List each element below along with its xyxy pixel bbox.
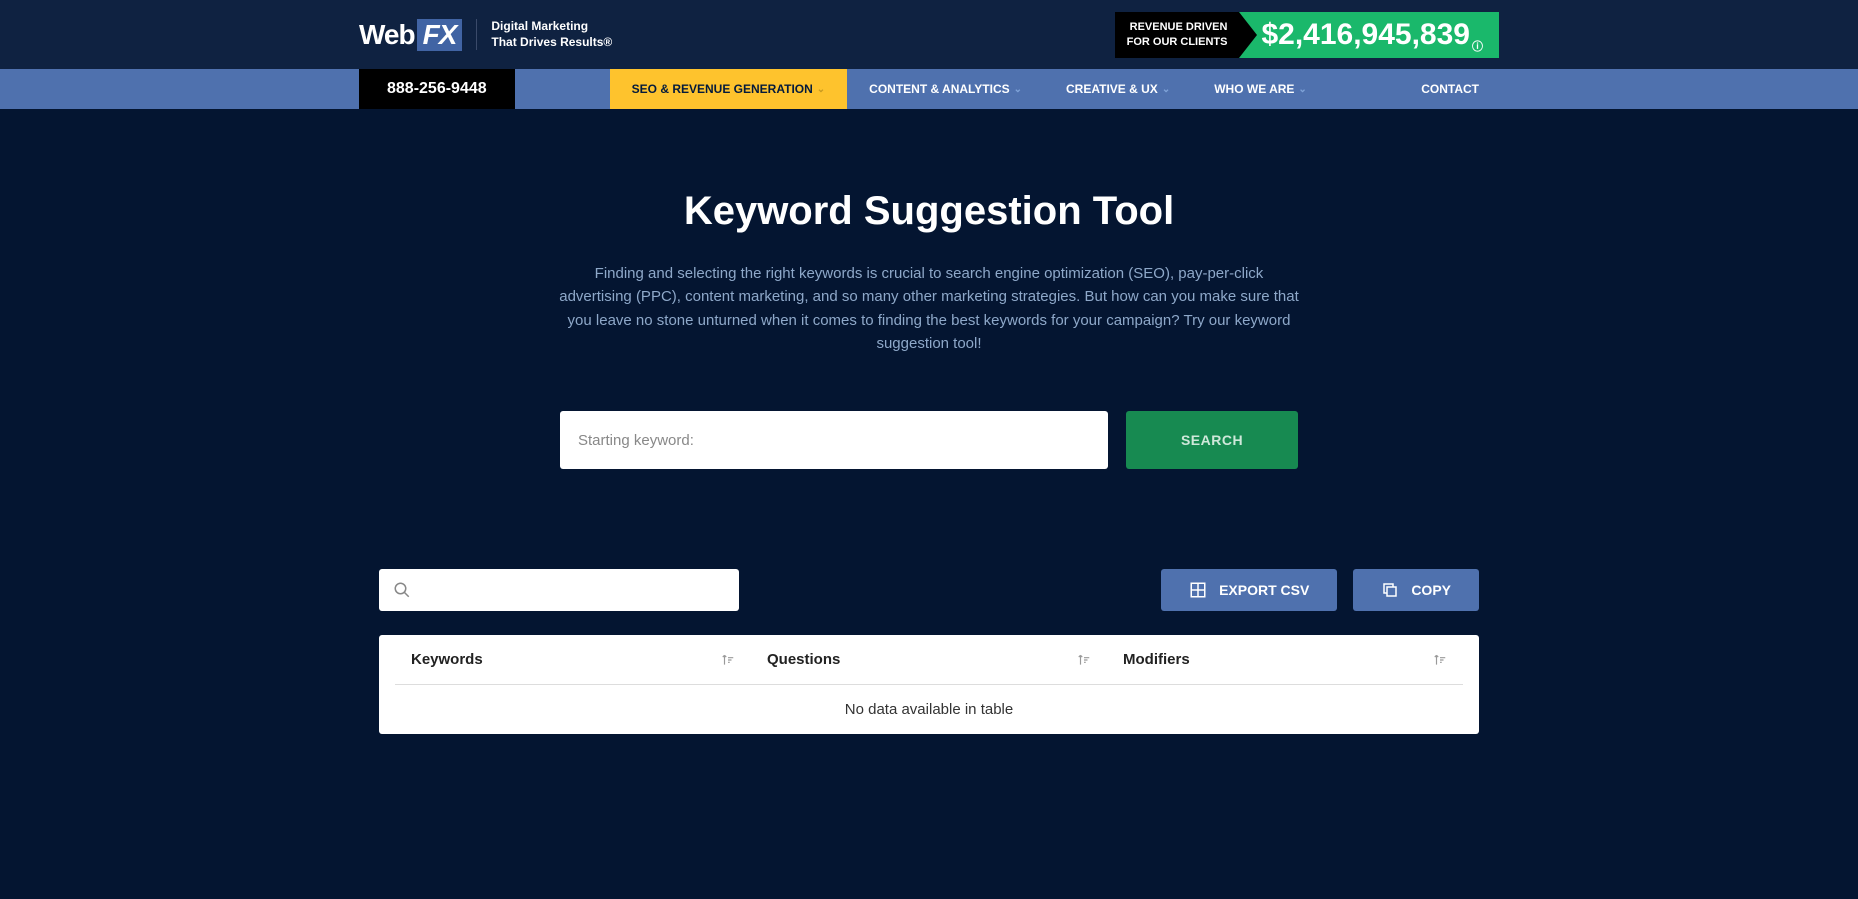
chevron-down-icon: ⌄ <box>1298 84 1306 95</box>
main-nav: 888-256-9448 SEO & REVENUE GENERATION ⌄ … <box>0 69 1858 109</box>
tagline-line-1: Digital Marketing <box>491 19 612 35</box>
keyword-input[interactable] <box>560 411 1108 469</box>
top-header: WebFX Digital Marketing That Drives Resu… <box>0 0 1858 69</box>
column-label: Questions <box>767 651 840 668</box>
column-label: Modifiers <box>1123 651 1190 668</box>
button-group: EXPORT CSV COPY <box>1161 569 1479 611</box>
sort-icon <box>1433 653 1447 667</box>
copy-icon <box>1381 581 1399 599</box>
filter-wrap[interactable] <box>379 569 739 611</box>
nav-seo-revenue[interactable]: SEO & REVENUE GENERATION ⌄ <box>610 69 848 109</box>
nav-creative-ux[interactable]: CREATIVE & UX ⌄ <box>1044 69 1192 109</box>
column-label: Keywords <box>411 651 483 668</box>
revenue-label: REVENUE DRIVEN FOR OUR CLIENTS <box>1115 12 1240 58</box>
chevron-down-icon: ⌄ <box>1162 84 1170 95</box>
phone-number[interactable]: 888-256-9448 <box>359 69 515 109</box>
sort-icon <box>1077 653 1091 667</box>
main-content: Keyword Suggestion Tool Finding and sele… <box>359 109 1499 774</box>
logo: WebFX <box>359 19 462 51</box>
export-csv-button[interactable]: EXPORT CSV <box>1161 569 1337 611</box>
revenue-arrow-icon <box>1239 12 1257 58</box>
column-header-modifiers[interactable]: Modifiers <box>1107 635 1463 685</box>
nav-contact[interactable]: CONTACT <box>1399 69 1499 109</box>
revenue-badge[interactable]: REVENUE DRIVEN FOR OUR CLIENTS $2,416,94… <box>1115 12 1499 58</box>
logo-text-fx: FX <box>417 19 463 51</box>
info-icon[interactable]: ⓘ <box>1472 38 1483 54</box>
chevron-down-icon: ⌄ <box>817 84 825 95</box>
nav-who-we-are[interactable]: WHO WE ARE ⌄ <box>1192 69 1329 109</box>
search-icon <box>393 581 411 599</box>
export-label: EXPORT CSV <box>1219 582 1309 598</box>
sort-icon <box>721 653 735 667</box>
column-header-keywords[interactable]: Keywords <box>395 635 751 685</box>
nav-label: SEO & REVENUE GENERATION <box>632 82 813 96</box>
revenue-label-line-2: FOR OUR CLIENTS <box>1127 35 1228 49</box>
tagline-line-2: That Drives Results® <box>491 35 612 51</box>
nav-content-analytics[interactable]: CONTENT & ANALYTICS ⌄ <box>847 69 1044 109</box>
chevron-down-icon: ⌄ <box>1014 84 1022 95</box>
nav-label: CONTENT & ANALYTICS <box>869 82 1009 96</box>
table-head: Keywords Questions Modifiers <box>379 635 1479 685</box>
toolbar-row: EXPORT CSV COPY <box>379 569 1479 611</box>
nav-label: WHO WE ARE <box>1214 82 1294 96</box>
filter-input[interactable] <box>421 582 725 598</box>
no-data-message: No data available in table <box>379 685 1479 734</box>
revenue-label-line-1: REVENUE DRIVEN <box>1127 20 1228 34</box>
logo-block[interactable]: WebFX Digital Marketing That Drives Resu… <box>359 19 612 51</box>
grid-icon <box>1189 581 1207 599</box>
results-table: Keywords Questions Modifiers No data ava… <box>379 635 1479 734</box>
column-header-questions[interactable]: Questions <box>751 635 1107 685</box>
copy-label: COPY <box>1411 582 1451 598</box>
page-title: Keyword Suggestion Tool <box>379 189 1479 234</box>
logo-text-web: Web <box>359 19 415 51</box>
search-row: SEARCH <box>379 411 1479 469</box>
nav-label: CONTACT <box>1421 82 1479 96</box>
copy-button[interactable]: COPY <box>1353 569 1479 611</box>
page-description: Finding and selecting the right keywords… <box>559 262 1299 355</box>
revenue-amount: $2,416,945,839 ⓘ <box>1257 12 1499 58</box>
revenue-amount-value: $2,416,945,839 <box>1261 18 1470 52</box>
nav-label: CREATIVE & UX <box>1066 82 1158 96</box>
search-button[interactable]: SEARCH <box>1126 411 1298 469</box>
